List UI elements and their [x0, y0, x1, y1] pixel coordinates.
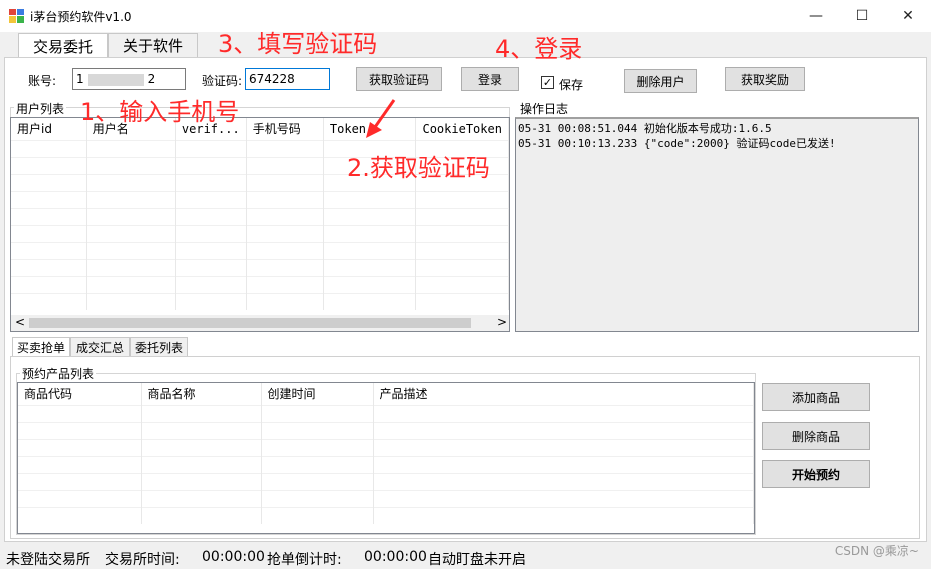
status-bar: 未登陆交易所 交易所时间: 00:00:00 抢单倒计时: 00:00:00 自…	[0, 546, 931, 568]
account-value-tail: 2	[147, 72, 156, 86]
column-header[interactable]: 手机号码	[246, 118, 324, 140]
column-header[interactable]: CookieToken	[415, 118, 509, 140]
column-header[interactable]: 用户id	[11, 118, 87, 140]
code-value: 674228	[249, 72, 295, 86]
column-header[interactable]: 产品描述	[373, 383, 754, 405]
app-icon	[9, 9, 24, 23]
countdown-label: 抢单倒计时:	[267, 552, 342, 568]
product-grid-body	[18, 404, 754, 524]
add-product-label: 添加商品	[791, 390, 840, 405]
annotation-step2: 2.获取验证码	[347, 154, 490, 182]
get-code-label: 获取验证码	[368, 72, 429, 87]
user-grid-hscrollbar[interactable]: < >	[11, 315, 509, 331]
account-input[interactable]: 12	[72, 68, 186, 90]
minimize-button[interactable]: —	[793, 0, 839, 32]
save-checkbox[interactable]: ✓	[541, 76, 554, 89]
code-input[interactable]: 674228	[245, 68, 330, 90]
delete-product-label: 删除商品	[791, 429, 840, 444]
user-list-title: 用户列表	[14, 100, 67, 117]
close-icon: ✕	[902, 8, 914, 24]
column-header[interactable]: 商品名称	[141, 383, 262, 405]
get-reward-button[interactable]: 获取奖励	[725, 67, 805, 91]
minimize-icon: —	[809, 8, 823, 24]
start-booking-label: 开始预约	[791, 467, 840, 482]
annotation-step3: 3、填写验证码	[218, 30, 378, 58]
log-line: 05-31 00:10:13.233 {"code":2000} 验证码code…	[518, 137, 836, 150]
get-reward-label: 获取奖励	[740, 72, 789, 87]
delete-user-button[interactable]: 删除用户	[624, 69, 697, 93]
subtab-order[interactable]: 买卖抢单	[12, 337, 70, 357]
subtab-entrust[interactable]: 委托列表	[130, 337, 188, 356]
exchange-time: 00:00:00	[202, 549, 265, 565]
subtab-label: 委托列表	[134, 340, 183, 355]
account-value: 1	[76, 72, 84, 86]
subtab-summary[interactable]: 成交汇总	[70, 337, 130, 356]
tab-trade[interactable]: 交易委托	[18, 33, 108, 58]
column-header[interactable]: 创建时间	[261, 383, 374, 405]
account-label: 账号:	[28, 74, 57, 88]
delete-product-button[interactable]: 删除商品	[762, 422, 870, 450]
title-bar[interactable]: i茅台预约软件v1.0 — ☐ ✕	[0, 0, 931, 32]
start-booking-button[interactable]: 开始预约	[762, 460, 870, 488]
login-label: 登录	[477, 72, 502, 87]
scroll-left-icon[interactable]: <	[15, 315, 25, 329]
subtab-label: 买卖抢单	[16, 341, 65, 355]
scroll-right-icon[interactable]: >	[497, 315, 507, 329]
tab-label: 交易委托	[32, 37, 93, 56]
tab-label: 关于软件	[122, 37, 183, 55]
check-icon: ✓	[542, 76, 553, 89]
add-product-button[interactable]: 添加商品	[762, 383, 870, 411]
log-line: 05-31 00:08:51.044 初始化版本号成功:1.6.5	[518, 122, 772, 135]
log-box[interactable]: 05-31 00:08:51.044 初始化版本号成功:1.6.5 05-31 …	[515, 117, 919, 332]
maximize-icon: ☐	[855, 8, 869, 24]
login-state: 未登陆交易所	[6, 552, 90, 568]
watermark: CSDN @乘凉~	[834, 544, 919, 558]
get-code-button[interactable]: 获取验证码	[356, 67, 442, 91]
log-title: 操作日志	[518, 100, 571, 117]
product-grid[interactable]: 商品代码 商品名称 创建时间 产品描述	[17, 382, 755, 534]
scroll-thumb[interactable]	[29, 318, 471, 328]
annotation-step1: 1、输入手机号	[80, 98, 240, 126]
close-button[interactable]: ✕	[885, 0, 931, 32]
login-button[interactable]: 登录	[461, 67, 519, 91]
save-label: 保存	[559, 78, 584, 92]
auto-monitor-status: 自动盯盘未开启	[428, 552, 526, 568]
delete-user-label: 删除用户	[636, 74, 685, 89]
code-label: 验证码:	[202, 74, 243, 88]
countdown: 00:00:00	[364, 549, 427, 565]
maximize-button[interactable]: ☐	[839, 0, 885, 32]
tab-about[interactable]: 关于软件	[108, 33, 198, 57]
annotation-arrow-icon	[366, 99, 396, 138]
column-header[interactable]: 商品代码	[18, 383, 142, 405]
product-list-title: 预约产品列表	[20, 365, 97, 382]
window-title: i茅台预约软件v1.0	[30, 10, 132, 24]
annotation-step4: 4、登录	[495, 35, 583, 63]
account-mask	[87, 73, 144, 86]
exchange-time-label: 交易所时间:	[105, 552, 180, 568]
subtab-label: 成交汇总	[75, 340, 124, 355]
